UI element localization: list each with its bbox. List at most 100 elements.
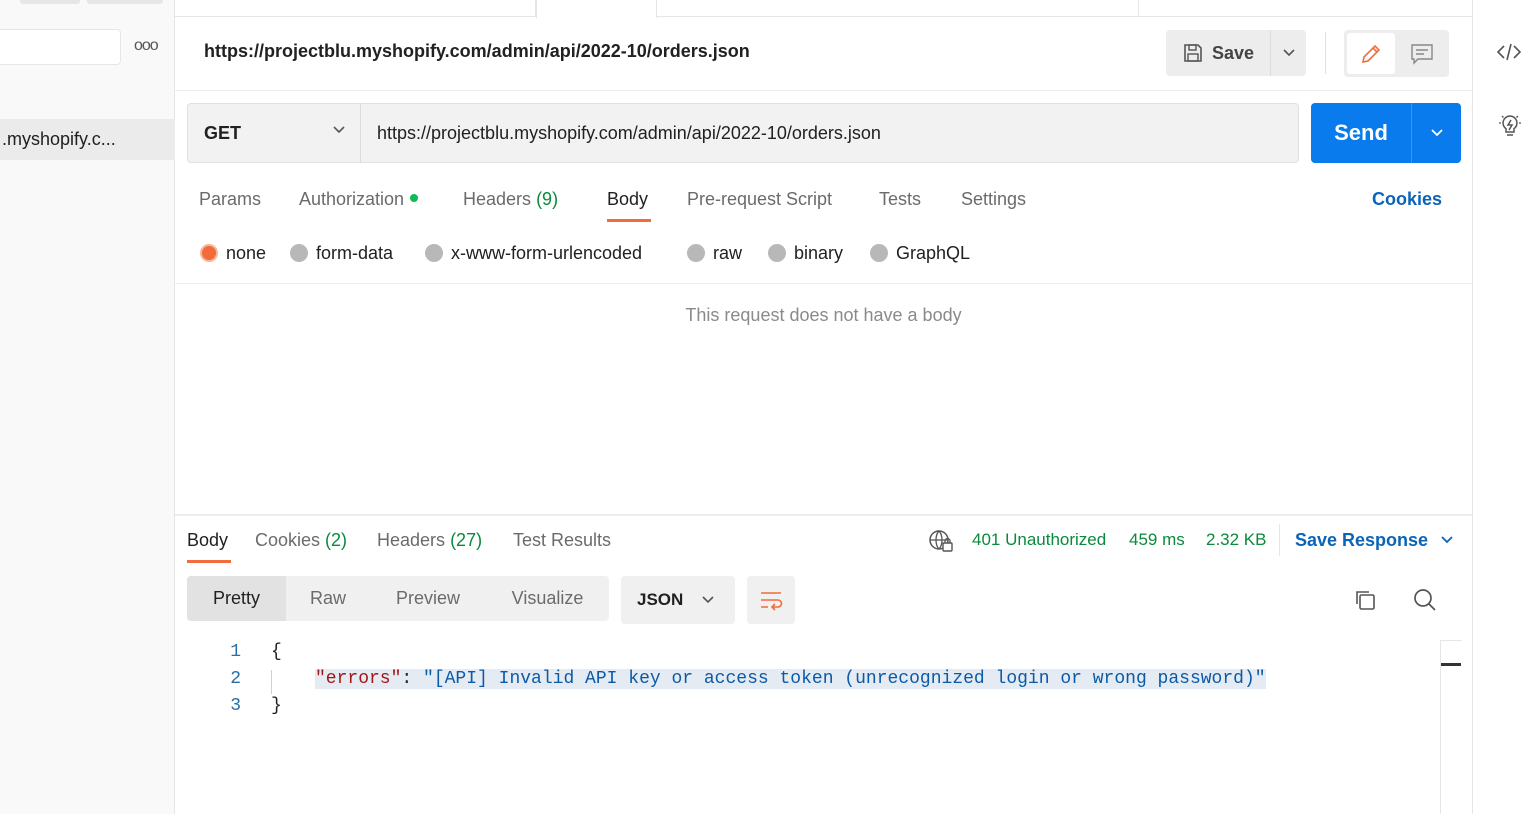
- radio-urlencoded-label: x-www-form-urlencoded: [451, 242, 643, 263]
- radio-binary[interactable]: binary: [768, 240, 843, 266]
- more-options-icon[interactable]: ooo: [134, 37, 159, 55]
- sidebar-top-tab-stub[interactable]: [87, 0, 163, 4]
- tab-headers-count: (9): [536, 189, 559, 209]
- radio-dot: [870, 244, 888, 262]
- copy-button[interactable]: [1350, 585, 1380, 615]
- tab-body-underline: [607, 219, 651, 222]
- radio-dot: [687, 244, 705, 262]
- save-response-button[interactable]: Save Response: [1295, 527, 1454, 553]
- save-dropdown-button[interactable]: [1270, 30, 1306, 76]
- response-status[interactable]: 401 Unauthorized: [972, 527, 1106, 553]
- wrap-lines-button[interactable]: [747, 576, 795, 624]
- response-view-toggle: Pretty Raw Preview Visualize: [187, 576, 609, 621]
- tab-pre-request-script[interactable]: Pre-request Script: [687, 186, 832, 212]
- chevron-down-icon: [1282, 48, 1296, 58]
- url-input[interactable]: [360, 103, 1299, 163]
- response-time[interactable]: 459 ms: [1129, 527, 1185, 553]
- chevron-down-icon: [1440, 535, 1454, 545]
- request-title[interactable]: https://projectblu.myshopify.com/admin/a…: [204, 41, 750, 62]
- radio-graphql-label: GraphQL: [896, 242, 971, 263]
- request-tab[interactable]: [175, 0, 536, 17]
- cookies-link[interactable]: Cookies: [1372, 186, 1442, 212]
- view-pretty-button[interactable]: Pretty: [187, 576, 286, 621]
- sidebar-item-selected[interactable]: .myshopify.c...: [0, 119, 175, 160]
- method-select[interactable]: GET: [187, 103, 361, 163]
- json-string-value: "[API] Invalid API key or access token (…: [423, 669, 1266, 689]
- radio-raw[interactable]: raw: [687, 240, 742, 266]
- request-tab[interactable]: [657, 0, 1139, 17]
- response-tab-body[interactable]: Body: [187, 527, 228, 553]
- network-globe-icon[interactable]: [928, 528, 954, 554]
- code-close-brace: }: [271, 696, 282, 716]
- edit-mode-button[interactable]: [1347, 33, 1395, 74]
- method-label: GET: [204, 122, 242, 143]
- chevron-down-icon: [701, 595, 715, 605]
- tab-headers-label: Headers: [463, 189, 532, 209]
- response-size[interactable]: 2.32 KB: [1206, 527, 1267, 553]
- radio-urlencoded[interactable]: x-www-form-urlencoded: [425, 240, 642, 266]
- save-label: Save: [1212, 42, 1255, 63]
- radio-none[interactable]: none: [200, 240, 266, 266]
- wrap-lines-icon: [758, 589, 784, 611]
- send-dropdown-button[interactable]: [1411, 103, 1461, 163]
- tab-params[interactable]: Params: [199, 186, 261, 212]
- tab-body[interactable]: Body: [607, 186, 648, 212]
- response-tab-cookies[interactable]: Cookies (2): [255, 527, 347, 553]
- response-divider[interactable]: [175, 514, 1472, 516]
- tab-authorization[interactable]: Authorization: [299, 186, 419, 212]
- pencil-icon: [1359, 42, 1383, 66]
- scrollbar-thumb[interactable]: [1441, 663, 1461, 666]
- response-tab-headers[interactable]: Headers (27): [377, 527, 482, 553]
- code-line-errors: "errors": "[API] Invalid API key or acce…: [315, 669, 1266, 689]
- sidebar-filter-input[interactable]: [0, 29, 121, 65]
- format-select[interactable]: JSON: [621, 576, 735, 624]
- save-button[interactable]: Save: [1166, 30, 1270, 76]
- response-tab-headers-count: (27): [450, 530, 483, 550]
- code-scrollbar[interactable]: [1440, 640, 1462, 814]
- response-tab-test-results[interactable]: Test Results: [513, 527, 611, 553]
- line-number: 3: [230, 696, 241, 716]
- radio-none-label: none: [226, 242, 267, 263]
- save-icon: [1182, 42, 1204, 64]
- search-button[interactable]: [1410, 585, 1440, 615]
- view-visualize-button[interactable]: Visualize: [486, 576, 609, 621]
- sidebar-top-tab-stub[interactable]: [20, 0, 80, 4]
- radio-graphql[interactable]: GraphQL: [870, 240, 970, 266]
- right-sidebar: [1472, 0, 1534, 814]
- lightbulb-icon[interactable]: [1497, 112, 1523, 140]
- search-icon: [1412, 587, 1438, 613]
- empty-body-message: This request does not have a body: [685, 305, 962, 325]
- send-button[interactable]: Send: [1311, 103, 1411, 163]
- format-label: JSON: [637, 590, 684, 609]
- response-tab-cookies-label: Cookies: [255, 530, 321, 550]
- response-tab-body-underline: [187, 560, 231, 563]
- view-preview-button[interactable]: Preview: [370, 576, 486, 621]
- header-divider: [1325, 32, 1326, 74]
- response-body-viewer[interactable]: 1 2 3 { "errors": "[API] Invalid API key…: [187, 640, 1441, 814]
- tab-tests[interactable]: Tests: [879, 186, 921, 212]
- radio-dot-selected: [200, 244, 218, 262]
- json-key: "errors": [315, 669, 402, 689]
- comments-button[interactable]: [1398, 33, 1446, 74]
- sidebar: ooo .myshopify.c...: [0, 0, 175, 814]
- radio-form-data[interactable]: form-data: [290, 240, 393, 266]
- radio-dot: [290, 244, 308, 262]
- indent-guide: [271, 670, 272, 694]
- json-colon: :: [401, 669, 424, 689]
- view-raw-button[interactable]: Raw: [286, 576, 370, 621]
- save-response-label: Save Response: [1295, 530, 1429, 550]
- tab-authorization-label: Authorization: [299, 189, 405, 209]
- response-status-divider: [1279, 524, 1280, 556]
- chevron-down-icon: [332, 125, 346, 135]
- tab-headers[interactable]: Headers (9): [463, 186, 558, 212]
- request-tab-strip: [175, 0, 1472, 18]
- radio-dot: [768, 244, 786, 262]
- request-tab-active[interactable]: [536, 0, 657, 18]
- response-tab-cookies-count: (2): [325, 530, 348, 550]
- radio-dot: [425, 244, 443, 262]
- code-snippet-icon[interactable]: [1496, 41, 1522, 63]
- header-divider-line: [175, 90, 1472, 91]
- copy-icon: [1352, 587, 1378, 613]
- tab-settings[interactable]: Settings: [961, 186, 1026, 212]
- radio-raw-label: raw: [713, 242, 743, 263]
